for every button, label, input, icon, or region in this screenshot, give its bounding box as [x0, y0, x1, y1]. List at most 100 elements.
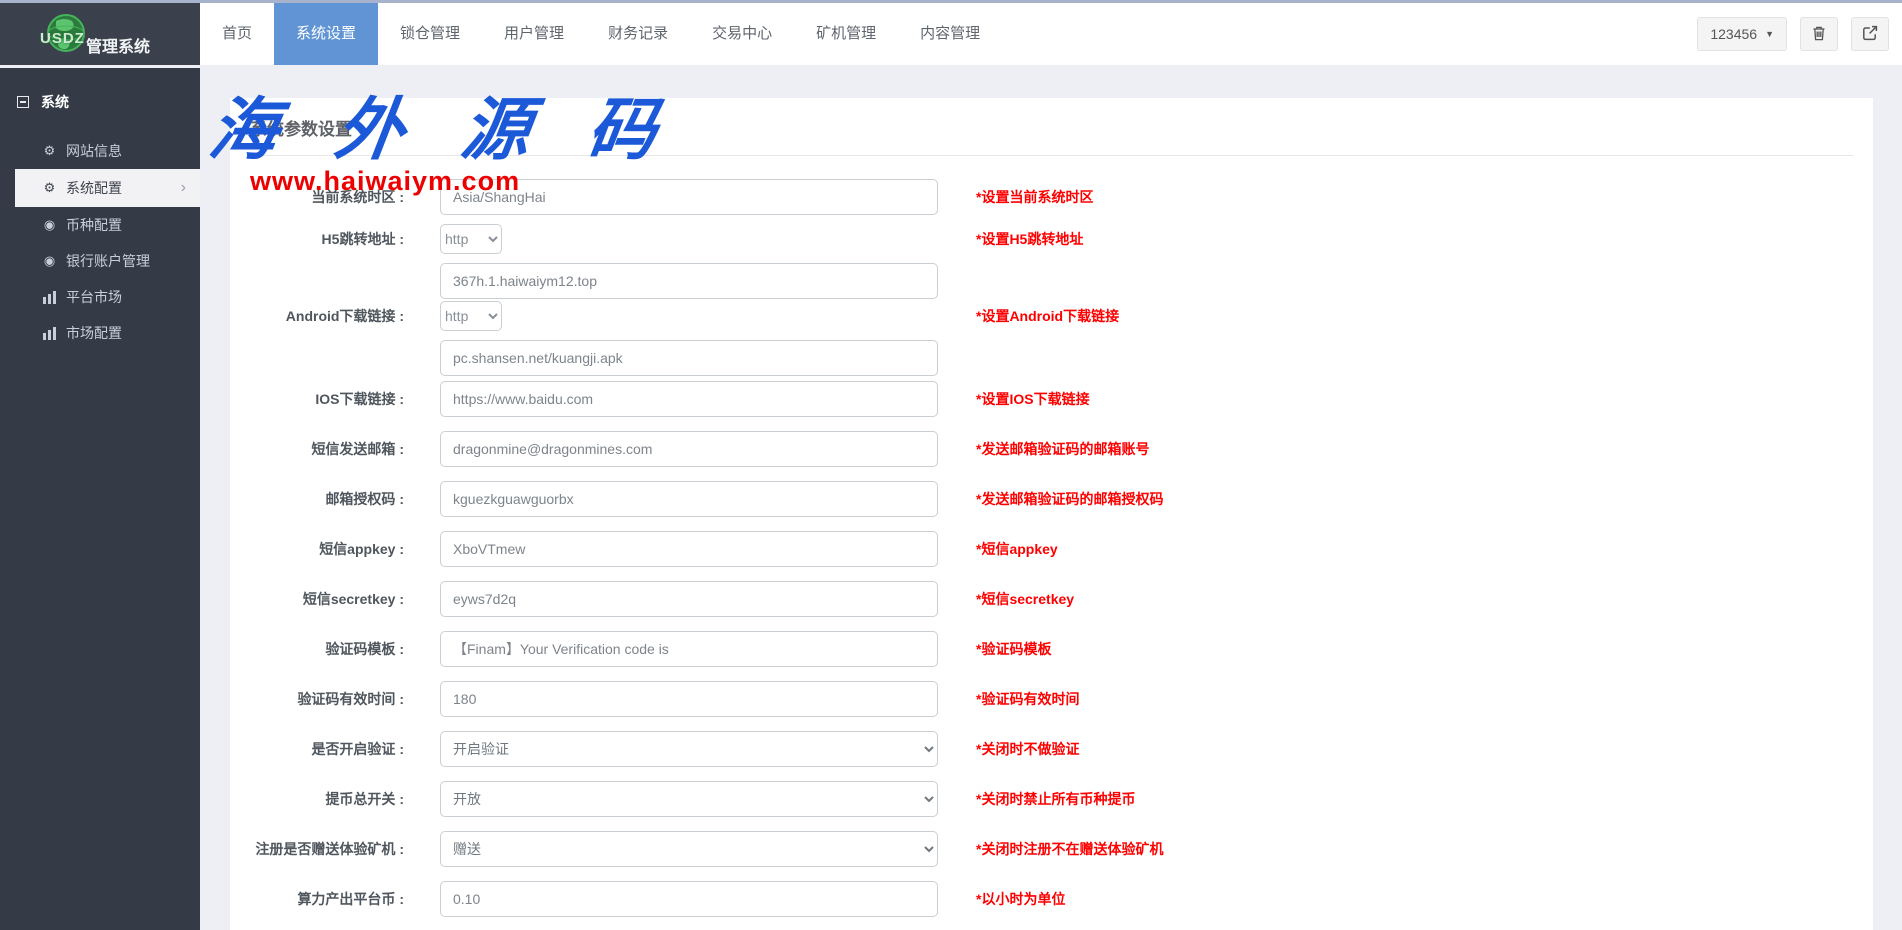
logout-icon	[1862, 25, 1878, 44]
page-title: 系统参数设置	[250, 98, 1853, 140]
field-controls	[440, 881, 938, 917]
field-input[interactable]	[440, 631, 938, 667]
field-controls: 开放	[440, 781, 938, 817]
field-select[interactable]: 开启验证	[440, 731, 938, 767]
nav-item-交易中心[interactable]: 交易中心	[690, 3, 794, 65]
sidebar-item-系统配置[interactable]: ⚙ 系统配置 ›	[15, 169, 200, 207]
field-hint: *关闭时注册不在赠送体验矿机	[976, 831, 1163, 867]
sidebar-item-label: 银行账户管理	[66, 251, 150, 271]
nav-item-首页[interactable]: 首页	[200, 3, 274, 65]
sidebar-menu: ⚙网站信息⚙系统配置›◉币种配置◉银行账户管理平台市场市场配置	[0, 133, 200, 351]
form-row: Android下载链接 :http*设置Android下载链接	[250, 301, 1853, 376]
gear-icon: ⚙	[42, 181, 57, 196]
form-row: 提币总开关 :开放*关闭时禁止所有币种提币	[250, 781, 1853, 817]
field-label: 算力产出平台币 :	[250, 881, 420, 917]
sidebar-item-银行账户管理[interactable]: ◉ 银行账户管理	[0, 243, 200, 279]
chevron-right-icon: ›	[181, 180, 186, 196]
sidebar-section-system[interactable]: 系统	[0, 68, 200, 112]
circle-dot-icon: ◉	[42, 254, 57, 269]
main-area: 系统参数设置 当前系统时区 : *设置当前系统时区 H5跳转地址 : http *设置H…	[200, 68, 1902, 930]
field-controls	[440, 481, 938, 517]
field-controls	[440, 179, 938, 215]
protocol-select[interactable]: http	[440, 224, 502, 254]
sidebar-section-label: 系统	[41, 92, 69, 112]
field-hint: *以小时为单位	[976, 881, 1065, 917]
form-row: 是否开启验证 :开启验证*关闭时不做验证	[250, 731, 1853, 767]
bar-chart-icon	[42, 327, 57, 340]
nav-item-财务记录[interactable]: 财务记录	[586, 3, 690, 65]
field-controls	[440, 581, 938, 617]
gear-icon: ⚙	[42, 144, 57, 159]
field-hint: *设置H5跳转地址	[976, 224, 1083, 254]
field-controls: 开启验证	[440, 731, 938, 767]
field-input[interactable]	[440, 681, 938, 717]
field-hint: *关闭时不做验证	[976, 731, 1079, 767]
protocol-select[interactable]: http	[440, 301, 502, 331]
field-label: 短信appkey :	[250, 531, 420, 567]
nav-item-内容管理[interactable]: 内容管理	[898, 3, 1002, 65]
top-nav: 首页系统设置锁仓管理用户管理财务记录交易中心矿机管理内容管理	[200, 3, 1002, 65]
logout-button[interactable]	[1851, 17, 1889, 51]
field-input[interactable]	[440, 581, 938, 617]
sidebar-item-label: 市场配置	[66, 323, 122, 343]
field-input[interactable]	[440, 381, 938, 417]
field-input[interactable]	[440, 481, 938, 517]
form-row: 算力产出平台币 : *以小时为单位	[250, 881, 1853, 917]
form-row: 短信secretkey :*短信secretkey	[250, 581, 1853, 617]
field-label: 短信secretkey :	[250, 581, 420, 617]
field-input[interactable]	[440, 881, 938, 917]
field-controls	[440, 681, 938, 717]
nav-item-系统设置[interactable]: 系统设置	[274, 3, 378, 65]
form-row: 邮箱授权码 : *发送邮箱验证码的邮箱授权码	[250, 481, 1853, 517]
field-label: 验证码模板 :	[250, 631, 420, 667]
field-hint: *发送邮箱验证码的邮箱授权码	[976, 481, 1163, 517]
field-input[interactable]	[440, 179, 938, 215]
nav-item-用户管理[interactable]: 用户管理	[482, 3, 586, 65]
field-label: 当前系统时区 :	[250, 179, 420, 215]
field-controls	[440, 631, 938, 667]
topbar: USDZ 管理系统 首页系统设置锁仓管理用户管理财务记录交易中心矿机管理内容管理…	[0, 3, 1902, 65]
field-hint: *验证码有效时间	[976, 681, 1079, 717]
field-hint: *关闭时禁止所有币种提币	[976, 781, 1135, 817]
brand-title: 管理系统	[86, 33, 150, 57]
field-label: 注册是否赠送体验矿机 :	[250, 831, 420, 867]
field-input[interactable]	[440, 340, 938, 376]
nav-item-矿机管理[interactable]: 矿机管理	[794, 3, 898, 65]
form-row: 验证码有效时间 :*验证码有效时间	[250, 681, 1853, 717]
field-label: H5跳转地址 :	[250, 224, 420, 254]
sidebar: 系统 ⚙网站信息⚙系统配置›◉币种配置◉银行账户管理平台市场市场配置	[0, 68, 200, 930]
field-controls	[440, 381, 938, 417]
field-hint: *发送邮箱验证码的邮箱账号	[976, 431, 1149, 467]
form-row: 短信appkey :*短信appkey	[250, 531, 1853, 567]
field-hint: *设置IOS下载链接	[976, 381, 1090, 417]
field-controls	[440, 431, 938, 467]
field-input[interactable]	[440, 263, 938, 299]
trash-button[interactable]	[1800, 17, 1838, 51]
field-select[interactable]: 赠送	[440, 831, 938, 867]
nav-item-锁仓管理[interactable]: 锁仓管理	[378, 3, 482, 65]
field-input[interactable]	[440, 431, 938, 467]
form-row: 短信发送邮箱 :*发送邮箱验证码的邮箱账号	[250, 431, 1853, 467]
field-select[interactable]: 开放	[440, 781, 938, 817]
field-input[interactable]	[440, 531, 938, 567]
field-controls: http	[440, 224, 938, 299]
settings-form: 当前系统时区 : *设置当前系统时区 H5跳转地址 : http *设置H5跳转地址 An…	[250, 156, 1853, 930]
brand-logo-text: USDZ	[40, 30, 85, 47]
sidebar-item-label: 网站信息	[66, 141, 122, 161]
sidebar-item-平台市场[interactable]: 平台市场	[0, 279, 200, 315]
field-hint: *验证码模板	[976, 631, 1051, 667]
sidebar-item-市场配置[interactable]: 市场配置	[0, 315, 200, 351]
topbar-right: 123456 ▼	[1697, 3, 1902, 65]
sidebar-item-币种配置[interactable]: ◉币种配置	[0, 207, 200, 243]
field-label: 邮箱授权码 :	[250, 481, 420, 517]
circle-dot-icon: ◉	[42, 218, 57, 233]
user-menu-button[interactable]: 123456 ▼	[1697, 17, 1787, 51]
bar-chart-icon	[42, 291, 57, 304]
form-row: 当前系统时区 : *设置当前系统时区	[250, 179, 1853, 215]
field-hint: *设置当前系统时区	[976, 179, 1093, 215]
field-controls: 赠送	[440, 831, 938, 867]
form-row: 注册是否赠送体验矿机 : 赠送 *关闭时注册不在赠送体验矿机	[250, 831, 1853, 867]
sidebar-item-网站信息[interactable]: ⚙ 网站信息	[0, 133, 200, 169]
sidebar-item-label: 平台市场	[66, 287, 122, 307]
sidebar-item-label: 系统配置	[66, 178, 122, 198]
